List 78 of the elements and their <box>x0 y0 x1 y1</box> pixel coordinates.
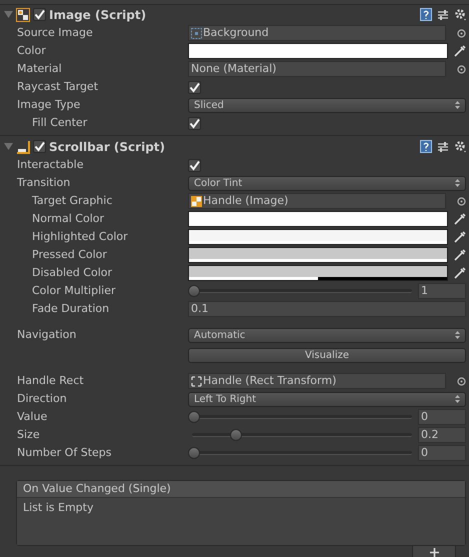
dropdown[interactable]: Color Tint <box>188 176 466 190</box>
eyedropper-icon[interactable] <box>454 45 466 57</box>
updown-arrow-icon <box>455 101 460 109</box>
property-label: Image Type <box>17 98 80 111</box>
property-label: Direction <box>17 392 67 405</box>
object-field[interactable]: Handle (Rect Transform) <box>188 373 446 389</box>
sprite-icon <box>191 28 202 38</box>
object-field[interactable]: Handle (Image) <box>188 193 446 209</box>
updown-arrow-icon <box>455 331 460 339</box>
color-swatch[interactable] <box>188 247 448 263</box>
slider[interactable] <box>188 410 412 424</box>
object-picker-icon[interactable] <box>457 376 466 386</box>
property-label: Handle Rect <box>17 374 84 387</box>
event-title: On Value Changed (Single) <box>17 481 465 497</box>
checkbox[interactable] <box>33 8 46 21</box>
corner-brackets-icon <box>191 376 202 386</box>
property-label: Material <box>17 62 62 75</box>
settings-icon[interactable] <box>454 140 467 153</box>
color-swatch[interactable] <box>188 211 448 227</box>
property-label: Pressed Color <box>32 248 107 261</box>
property-label: Normal Color <box>32 212 104 225</box>
updown-arrow-icon <box>455 179 460 187</box>
property-label: Color Multiplier <box>32 284 116 297</box>
number-field[interactable]: 0.1 <box>188 301 466 317</box>
object-picker-icon[interactable] <box>457 196 466 206</box>
checkbox[interactable] <box>33 140 46 153</box>
dropdown[interactable]: Sliced <box>188 98 466 112</box>
object-field[interactable]: Background <box>188 25 446 41</box>
property-label: Number Of Steps <box>17 446 112 459</box>
number-field[interactable]: 0.2 <box>418 427 466 443</box>
eyedropper-icon[interactable] <box>454 213 466 225</box>
add-button[interactable] <box>412 546 456 557</box>
property-label: Fade Duration <box>32 302 110 315</box>
number-field[interactable]: 0 <box>418 445 466 461</box>
object-picker-icon[interactable] <box>457 64 466 74</box>
component-title: Image (Script) <box>49 6 148 24</box>
scrollbar-component-icon <box>16 140 30 154</box>
number-field[interactable]: 0 <box>418 409 466 425</box>
settings-icon[interactable] <box>454 8 467 21</box>
property-label: Size <box>17 428 40 441</box>
dropdown[interactable]: Left To Right <box>188 392 466 406</box>
checkbox[interactable] <box>188 158 201 172</box>
help-icon[interactable] <box>420 8 432 21</box>
image-component-icon <box>16 8 30 22</box>
slider[interactable] <box>188 284 412 298</box>
property-label: Value <box>17 410 48 423</box>
eyedropper-icon[interactable] <box>454 267 466 279</box>
presets-icon[interactable] <box>437 140 449 152</box>
slider[interactable] <box>188 446 412 460</box>
checker-image-icon <box>191 196 202 206</box>
object-picker-icon[interactable] <box>457 28 466 38</box>
property-label: Disabled Color <box>32 266 112 279</box>
color-swatch[interactable] <box>188 265 448 281</box>
eyedropper-icon[interactable] <box>454 231 466 243</box>
property-label: Fill Center <box>32 116 88 129</box>
number-field[interactable]: 1 <box>418 283 466 299</box>
color-swatch[interactable] <box>188 43 448 59</box>
component-title: Scrollbar (Script) <box>49 138 166 156</box>
updown-arrow-icon <box>455 395 460 403</box>
property-label: Raycast Target <box>17 80 98 93</box>
dropdown[interactable]: Automatic <box>188 328 466 342</box>
property-label: Transition <box>17 176 70 189</box>
object-field[interactable]: None (Material) <box>188 61 446 77</box>
checkbox[interactable] <box>188 116 201 130</box>
empty-list-text: List is Empty <box>23 501 94 514</box>
eyedropper-icon[interactable] <box>454 249 466 261</box>
checkbox[interactable] <box>188 80 201 94</box>
property-label: Source Image <box>17 26 93 39</box>
property-label: Highlighted Color <box>32 230 128 243</box>
visualize-button[interactable]: Visualize <box>188 348 466 362</box>
property-label: Navigation <box>17 328 76 341</box>
plus-icon <box>430 548 438 557</box>
property-label: Target Graphic <box>32 194 112 207</box>
presets-icon[interactable] <box>437 8 449 20</box>
color-swatch[interactable] <box>188 229 448 245</box>
property-label: Color <box>17 44 46 57</box>
help-icon[interactable] <box>420 140 432 153</box>
property-label: Interactable <box>17 158 84 171</box>
